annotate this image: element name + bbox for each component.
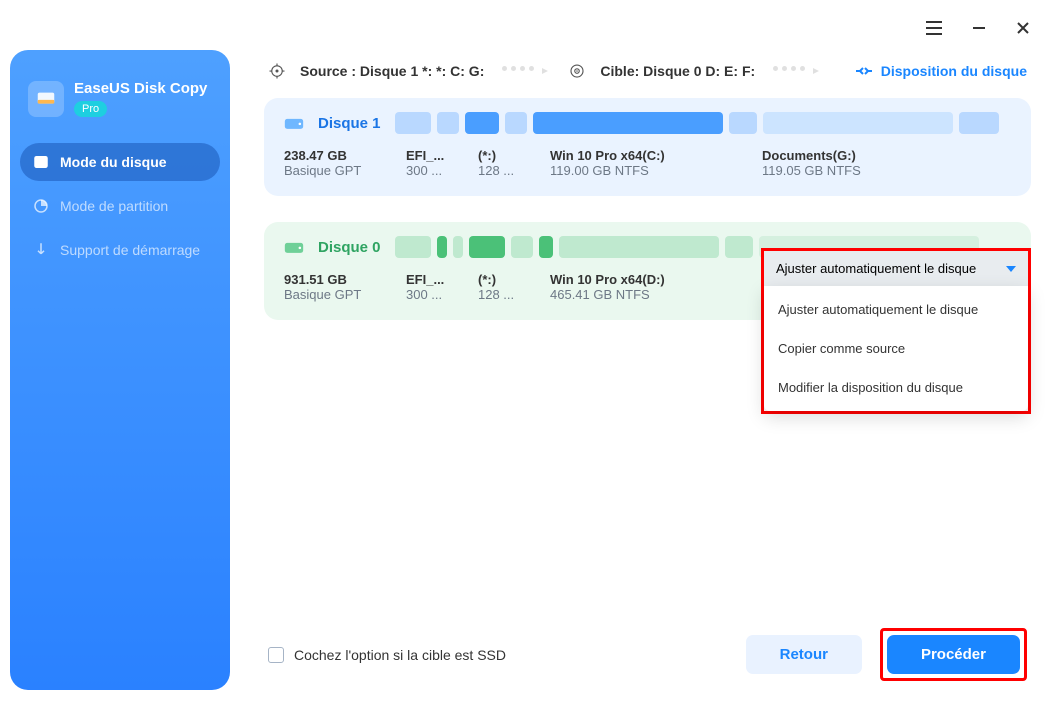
footer: Cochez l'option si la cible est SSD Reto… (264, 610, 1031, 705)
target-icon (568, 62, 586, 80)
brand: EaseUS Disk Copy Pro (20, 80, 220, 139)
sidebar: EaseUS Disk Copy Pro Mode du disque Mode… (10, 50, 230, 690)
usb-icon (32, 241, 50, 259)
menu-icon[interactable] (925, 21, 943, 35)
disk-scheme: Basique GPT (284, 163, 394, 178)
source-icon (268, 62, 286, 80)
dropdown-selected[interactable]: Ajuster automatiquement le disque (764, 251, 1028, 286)
main: Source : Disque 1 *: *: C: G: Cible: Dis… (240, 0, 1055, 705)
dots-icon[interactable] (502, 66, 550, 76)
top-row: Source : Disque 1 *: *: C: G: Cible: Dis… (264, 48, 1031, 98)
dropdown-option-auto[interactable]: Ajuster automatiquement le disque (764, 290, 1028, 329)
nav: Mode du disque Mode de partition Support… (20, 143, 220, 269)
source-label: Source : Disque 1 *: *: C: G: (300, 63, 484, 79)
disk-mode-icon (32, 153, 50, 171)
disk-size: 238.47 GB (284, 148, 394, 163)
nav-label: Mode de partition (60, 198, 168, 214)
minimize-icon[interactable] (971, 20, 987, 36)
nav-partition-mode[interactable]: Mode de partition (20, 187, 220, 225)
source-disk-title: Disque 1 (318, 115, 381, 132)
nav-boot-support[interactable]: Support de démarrage (20, 231, 220, 269)
disk-scheme: Basique GPT (284, 287, 394, 302)
hdd-icon (284, 239, 304, 255)
dropdown-option-copy[interactable]: Copier comme source (764, 329, 1028, 368)
layout-dropdown: Ajuster automatiquement le disque Ajuste… (761, 248, 1031, 414)
ssd-checkbox[interactable]: Cochez l'option si la cible est SSD (268, 647, 506, 663)
dropdown-menu: Ajuster automatiquement le disque Copier… (764, 286, 1028, 411)
window-controls (264, 8, 1031, 48)
proceed-highlight: Procéder (880, 628, 1027, 681)
nav-label: Mode du disque (60, 154, 167, 170)
nav-label: Support de démarrage (60, 242, 200, 258)
dropdown-option-edit[interactable]: Modifier la disposition du disque (764, 368, 1028, 407)
pie-icon (32, 197, 50, 215)
caret-down-icon (1006, 266, 1016, 272)
layout-icon (855, 64, 873, 78)
hdd-icon (284, 115, 304, 131)
app-logo-icon (28, 81, 64, 117)
source-bars (395, 112, 1011, 134)
pro-badge: Pro (74, 101, 107, 117)
dots-icon[interactable] (773, 66, 821, 76)
disk-size: 931.51 GB (284, 272, 394, 287)
back-button[interactable]: Retour (746, 635, 862, 674)
checkbox-icon (268, 647, 284, 663)
nav-disk-mode[interactable]: Mode du disque (20, 143, 220, 181)
app-title: EaseUS Disk Copy (74, 80, 207, 97)
proceed-button[interactable]: Procéder (887, 635, 1020, 674)
target-label: Cible: Disque 0 D: E: F: (600, 63, 755, 79)
ssd-label: Cochez l'option si la cible est SSD (294, 647, 506, 663)
close-icon[interactable] (1015, 20, 1031, 36)
target-disk-title: Disque 0 (318, 239, 381, 256)
disk-layout-link[interactable]: Disposition du disque (855, 63, 1027, 79)
source-disk-card: Disque 1 238.47 GBBasique GPT EFI_...300… (264, 98, 1031, 196)
